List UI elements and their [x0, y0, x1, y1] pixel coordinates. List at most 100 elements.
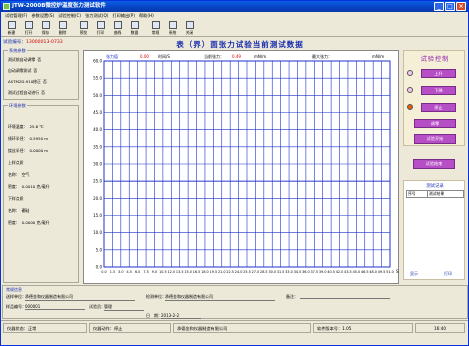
toolbar-label: 曲线: [113, 30, 122, 35]
chart-header-text: 时间/S: [158, 53, 170, 59]
param-value[interactable]: 0.0000 克/毫升: [22, 220, 50, 225]
client-unit-field[interactable]: 承德金和仪器制造有限公司: [25, 294, 135, 301]
status-version: 软件版本号：1.05: [313, 323, 413, 333]
sample-number: 试验编号：13000013-0733: [3, 39, 63, 45]
zero-button[interactable]: 调零: [414, 119, 456, 128]
param-value[interactable]: 空气: [22, 172, 30, 177]
x-tick-label: 7.5: [143, 270, 148, 274]
x-tick-label: 28.5: [260, 270, 268, 274]
param-value[interactable]: 否: [33, 68, 37, 73]
param-value[interactable]: 否: [41, 90, 45, 95]
record-col-result[interactable]: 测试结果: [426, 190, 465, 198]
toolbar-button-4[interactable]: 预览: [75, 20, 92, 37]
param-value[interactable]: 0.5950 m: [29, 136, 48, 141]
tools-icon: [151, 21, 160, 29]
toolbar-button-1[interactable]: 打开: [20, 20, 37, 37]
chart-header-text: 最大张力：: [312, 53, 332, 59]
x-tick-label: 30.0: [268, 270, 276, 274]
system-params-title: 系统参数: [8, 48, 27, 54]
curve-icon: [113, 21, 122, 29]
x-tick-label: 24.0: [235, 270, 243, 274]
param-row: 下样点质: [8, 196, 26, 202]
save-icon: [41, 21, 50, 29]
plot-area[interactable]: 张力值 0.00 时间/S 当前张力： 0.49 mN/m 最大张力： mN/m 0.0 5.0 1…: [83, 50, 399, 284]
toolbar-button-10[interactable]: 关闭: [181, 20, 198, 37]
toolbar-label: 打印: [96, 30, 105, 35]
chart-header-text: 0.00: [140, 54, 149, 59]
param-row: 密度： 0.0000 克/毫升: [8, 220, 50, 226]
maximize-button[interactable]: □: [445, 2, 455, 11]
toolbar-button-9[interactable]: 系统: [164, 20, 181, 37]
sample-number-label: 试验编号：: [3, 40, 26, 45]
toolbar-button-0[interactable]: 新建: [3, 20, 20, 37]
down-radio[interactable]: [407, 87, 413, 93]
param-label: 测试过程自动进行: [8, 90, 40, 95]
chart-title: 表（界）面张力试验当前测试数据: [176, 40, 304, 49]
y-tick-label: 60.0: [93, 59, 102, 64]
chart-header-text: 当前张力：: [204, 53, 224, 59]
down-button[interactable]: 下降: [421, 86, 456, 95]
chart-header-text: 0.49: [232, 54, 241, 59]
status-bar: 仪器状态：正常 仪器动作：停止 承德金和仪器制造有限公司 软件版本号：1.05 …: [1, 320, 468, 334]
end-test-button[interactable]: 试验结束: [413, 159, 455, 169]
chart-header-text: mN/m: [254, 54, 266, 59]
operator-field[interactable]: 管理: [104, 304, 144, 311]
test-unit-field[interactable]: 承德金和仪器制造有限公司: [165, 294, 275, 301]
general-info-title: 常规信息: [6, 287, 22, 292]
toolbar-button-7[interactable]: 数据: [126, 20, 143, 37]
param-row: 自动调零测试否: [8, 68, 37, 74]
toolbar-button-3[interactable]: 删除: [54, 20, 71, 37]
param-row: 线环半径： 0.5950 m: [8, 136, 48, 142]
stop-radio[interactable]: [407, 104, 413, 110]
sample-id-field[interactable]: 000001: [25, 304, 85, 310]
param-value[interactable]: 0.0010 克/毫升: [22, 184, 50, 189]
x-tick-label: 15.0: [184, 270, 192, 274]
start-test-button[interactable]: 试验开始: [414, 134, 456, 144]
toolbar-button-2[interactable]: 保存: [37, 20, 54, 37]
x-tick-label: 1.5: [110, 270, 115, 274]
operator-label: 试验员：: [89, 304, 105, 309]
param-row: 测试前自动调零否: [8, 57, 41, 63]
app-icon: [3, 3, 10, 10]
tension-chart: 张力值 0.00 时间/S 当前张力： 0.49 mN/m 最大张力： mN/m 0.0 5.0 1…: [93, 53, 399, 274]
toolbar-button-6[interactable]: 曲线: [109, 20, 126, 37]
x-tick-label: 12.0: [168, 270, 176, 274]
x-axis-unit: S: [396, 269, 399, 274]
up-radio[interactable]: [407, 70, 413, 76]
y-tick-label: 30.0: [93, 162, 102, 167]
toolbar-label: 系统: [168, 30, 177, 35]
toolbar-button-8[interactable]: 常规: [147, 20, 164, 37]
x-tick-label: 0.0: [101, 270, 106, 274]
remark-field[interactable]: [300, 294, 390, 299]
toolbar-label: 新建: [7, 30, 16, 35]
chart-header-text: 张力值: [106, 53, 118, 59]
param-value[interactable]: 否: [37, 57, 41, 62]
param-value[interactable]: 0.0000 m: [29, 148, 48, 153]
up-button[interactable]: 上升: [421, 69, 456, 78]
menu-item-3[interactable]: 张力测试(Q): [83, 12, 110, 20]
menu-item-1[interactable]: 参数设置(S): [29, 12, 56, 20]
record-col-index[interactable]: 序号: [406, 190, 428, 198]
param-value[interactable]: 25.6 ℃: [29, 124, 43, 129]
param-label: 线环半径：: [8, 136, 28, 141]
menu-item-0[interactable]: 试验管理(F): [3, 12, 29, 20]
x-tick-label: 49.5: [378, 270, 386, 274]
y-tick-label: 5.0: [96, 247, 103, 252]
menu-item-4[interactable]: 打印输出(P): [110, 12, 137, 20]
minimize-button[interactable]: _: [434, 2, 444, 11]
x-tick-label: 3.0: [118, 270, 123, 274]
record-print-link[interactable]: 打印: [444, 271, 452, 277]
param-value[interactable]: 硼硅: [22, 208, 30, 213]
menu-item-5[interactable]: 帮助(H): [137, 12, 156, 20]
close-button[interactable]: ×: [456, 2, 466, 11]
menu-item-2[interactable]: 试验控制(C): [56, 12, 83, 20]
date-field[interactable]: 2013-2-2: [161, 313, 201, 319]
stop-button[interactable]: 停止: [421, 103, 456, 112]
record-show-link[interactable]: 显示: [410, 271, 418, 277]
delete-icon: [58, 21, 67, 29]
menu-bar: 试验管理(F) 参数设置(S) 试验控制(C) 张力测试(Q) 打印输出(P) 帮助(H): [1, 12, 468, 20]
x-tick-label: 6.0: [135, 270, 140, 274]
toolbar-button-5[interactable]: 打印: [92, 20, 109, 37]
x-tick-label: 33.0: [285, 270, 293, 274]
param-value[interactable]: 否: [43, 79, 47, 84]
